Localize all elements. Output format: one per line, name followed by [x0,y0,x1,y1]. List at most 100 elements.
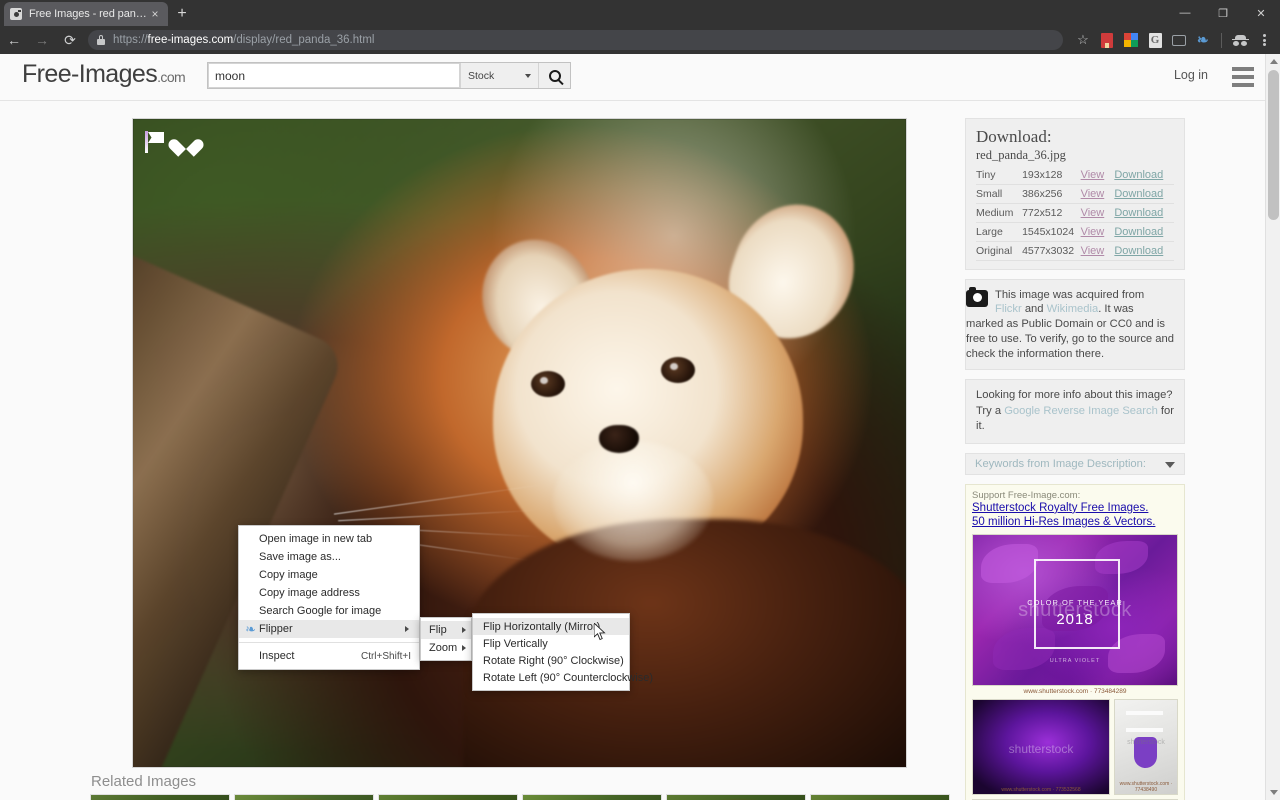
download-link[interactable]: Download [1114,169,1163,181]
download-table: Tiny 193x128 View Download Small 386x256… [976,166,1174,261]
tab-favicon-camera-icon [10,8,22,20]
list-item[interactable] [666,794,806,800]
window-controls: — ❐ ✕ [1166,0,1280,26]
flip-submenu-item-rotate-right[interactable]: Rotate Right (90° Clockwise) [473,652,629,669]
hamburger-menu-icon[interactable] [1232,67,1254,87]
flipper-submenu-item-zoom[interactable]: Zoom [421,639,471,657]
bookmark-star-icon[interactable]: ☆ [1071,28,1095,52]
context-menu-item-open-image-in-new-tab[interactable]: Open image in new tab [239,530,419,548]
view-link[interactable]: View [1081,226,1105,238]
incognito-avatar-icon[interactable] [1228,28,1252,52]
context-menu-item-search-google-for-image[interactable]: Search Google for image [239,602,419,620]
close-window-button[interactable]: ✕ [1242,0,1280,26]
menu-item-label: Zoom [429,642,457,654]
ad-thumb-2[interactable]: shutterstock www.shutterstock.com · 7735… [972,699,1110,795]
ad-thumb-3-credit: www.shutterstock.com · 77438490 [1115,781,1177,793]
related-images-list [90,794,950,800]
image-action-buttons [145,131,197,153]
wikimedia-link[interactable]: Wikimedia [1047,303,1099,315]
new-tab-button[interactable]: + [172,4,192,24]
menu-item-label: Flip Vertically [483,638,548,650]
ad-thumb-3[interactable]: shutterstock www.shutterstock.com · 7743… [1114,699,1178,795]
maximize-button[interactable]: ❐ [1204,0,1242,26]
download-link[interactable]: Download [1114,226,1163,238]
url-text: https://free-images.com/display/red_pand… [113,34,374,46]
flag-icon[interactable] [145,131,165,153]
ad-link-2[interactable]: 50 million Hi-Res Images & Vectors. [972,515,1178,529]
table-row: Original 4577x3032 View Download [976,241,1174,260]
keywords-label: Keywords from Image Description: [975,458,1146,470]
context-menu: Open image in new tab Save image as... C… [238,525,420,670]
context-menu-item-copy-image[interactable]: Copy image [239,566,419,584]
grayscale-extension-icon[interactable]: G [1143,28,1167,52]
list-item[interactable] [810,794,950,800]
cast-icon[interactable] [1167,28,1191,52]
size-name: Large [976,222,1022,241]
reload-button[interactable]: ⟳ [56,26,84,54]
chrome-menu-icon[interactable] [1252,28,1276,52]
address-bar[interactable]: https://free-images.com/display/red_pand… [88,30,1063,50]
site-header: Free-Images.com Stock Log in [0,54,1280,101]
list-item[interactable] [90,794,230,800]
menu-item-label: Rotate Left (90° Counterclockwise) [483,672,653,684]
list-item[interactable] [378,794,518,800]
flipper-submenu: Flip Zoom [420,617,472,661]
download-link[interactable]: Download [1114,188,1163,200]
size-dimensions: 386x256 [1022,184,1081,203]
ad-subtitle: ULTRA VIOLET [973,658,1177,664]
search-submit-button[interactable] [538,63,570,88]
more-info-pre: Try a [976,405,1004,417]
search-input[interactable] [208,63,460,88]
view-link[interactable]: View [1081,169,1105,181]
download-link[interactable]: Download [1114,207,1163,219]
minimize-button[interactable]: — [1166,0,1204,26]
tab-close-icon[interactable]: × [148,7,162,21]
browser-tab[interactable]: Free Images - red panda 36 × [4,2,168,26]
view-link[interactable]: View [1081,188,1105,200]
browser-titlebar: Free Images - red panda 36 × + — ❐ ✕ [0,0,1280,26]
context-menu-item-save-image-as[interactable]: Save image as... [239,548,419,566]
ad-banner-credit: www.shutterstock.com · 773484289 [972,686,1178,695]
ad-watermark: shutterstock [1115,739,1177,746]
scroll-down-button[interactable] [1266,785,1280,800]
list-item[interactable] [522,794,662,800]
reverse-image-search-link[interactable]: Google Reverse Image Search [1004,405,1158,417]
download-link[interactable]: Download [1114,245,1163,257]
acq-text-2: and [1022,303,1047,315]
acq-text-1: This image was acquired from [995,289,1144,301]
menu-item-label: Rotate Right (90° Clockwise) [483,655,624,667]
context-menu-item-flipper[interactable]: ☙ Flipper [239,620,419,638]
context-menu-item-inspect[interactable]: Inspect Ctrl+Shift+I [239,647,419,665]
more-info-panel: Looking for more info about this image? … [965,379,1185,443]
view-link[interactable]: View [1081,245,1105,257]
pocket-extension-icon[interactable] [1095,28,1119,52]
ad-banner-image[interactable]: shutterstock COLOR OF THE YEAR 2018 ULTR… [972,534,1178,686]
heart-icon[interactable] [175,132,197,152]
more-info-line-1: Looking for more info about this image? [976,388,1174,403]
keywords-dropdown[interactable]: Keywords from Image Description: [965,453,1185,475]
back-button[interactable]: ← [0,26,28,54]
login-link[interactable]: Log in [1174,68,1208,82]
scrollbar-thumb[interactable] [1268,70,1279,220]
ad-link-1[interactable]: Shutterstock Royalty Free Images. [972,501,1178,515]
page-scrollbar[interactable] [1265,54,1280,800]
flipper-submenu-item-flip[interactable]: Flip [421,621,471,639]
search-category-select[interactable]: Stock [460,63,538,88]
flickr-link[interactable]: Flickr [995,303,1022,315]
chevron-down-icon [1165,462,1175,468]
flip-submenu: Flip Horizontally (Mirror) Flip Vertical… [472,613,630,691]
size-dimensions: 1545x1024 [1022,222,1081,241]
context-menu-item-copy-image-address[interactable]: Copy image address [239,584,419,602]
flipper-extension-icon[interactable]: ☙ [1191,28,1215,52]
sidebar: Download: red_panda_36.jpg Tiny 193x128 … [965,118,1185,800]
flip-submenu-item-rotate-left[interactable]: Rotate Left (90° Counterclockwise) [473,669,629,686]
ad-overline: COLOR OF THE YEAR [973,598,1177,607]
forward-button[interactable]: → [28,26,56,54]
scroll-up-button[interactable] [1266,54,1280,69]
url-path: /display/red_panda_36.html [233,34,374,46]
google-extension-icon[interactable] [1119,28,1143,52]
toolbar-icons: ☆ G ☙ [1071,28,1280,52]
list-item[interactable] [234,794,374,800]
site-logo[interactable]: Free-Images.com [22,60,185,89]
view-link[interactable]: View [1081,207,1105,219]
